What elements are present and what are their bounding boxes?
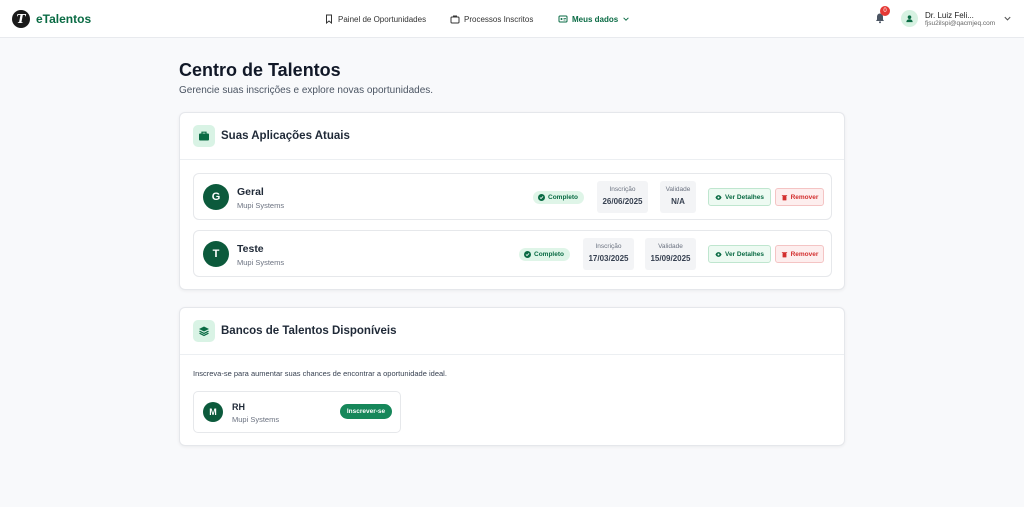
application-company: Mupi Systems <box>237 258 285 267</box>
banks-intro-text: Inscreva-se para aumentar suas chances d… <box>193 369 447 378</box>
inscription-label: Inscrição <box>609 186 636 193</box>
user-icon <box>906 15 913 23</box>
application-name: Teste <box>237 243 264 255</box>
inscription-label: Inscrição <box>595 243 622 250</box>
brand-logo-icon: T <box>12 10 30 28</box>
view-details-button[interactable]: Ver Detalhes <box>708 245 771 263</box>
remove-label: Remover <box>790 193 819 201</box>
nav-painel-oportunidades[interactable]: Painel de Oportunidades <box>324 0 426 38</box>
validity-value: N/A <box>671 197 685 206</box>
nav-label: Painel de Oportunidades <box>338 14 427 24</box>
page-subtitle: Gerencie suas inscrições e explore novas… <box>179 85 434 96</box>
view-details-label: Ver Detalhes <box>724 193 765 201</box>
validity-date: Validade 15/09/2025 <box>645 238 696 270</box>
nav-processos-inscritos[interactable]: Processos Inscritos <box>450 0 533 38</box>
bookmark-icon <box>326 14 332 24</box>
application-row: G Geral Mupi Systems Completo Inscrição … <box>193 173 832 220</box>
card-title: Bancos de Talentos Disponíveis <box>221 325 397 337</box>
trash-icon <box>781 194 787 200</box>
bank-avatar: M <box>203 402 223 422</box>
view-details-button[interactable]: Ver Detalhes <box>708 188 771 206</box>
card-title: Suas Aplicações Atuais <box>221 130 350 142</box>
user-avatar[interactable] <box>901 10 918 27</box>
inscription-value: 26/06/2025 <box>602 197 643 206</box>
top-navbar: T eTalentos Painel de Oportunidades Proc… <box>0 0 1024 38</box>
layers-icon <box>193 320 215 342</box>
eye-icon <box>715 194 722 200</box>
subscribe-button[interactable]: Inscrever-se <box>340 404 392 419</box>
inscription-date: Inscrição 26/06/2025 <box>597 181 648 213</box>
briefcase-icon <box>193 125 215 147</box>
remove-button[interactable]: Remover <box>775 188 824 206</box>
view-details-label: Ver Detalhes <box>724 250 765 258</box>
user-email: fjsu2ilspi@qacmjeq.com <box>925 20 996 27</box>
applications-card: Suas Aplicações Atuais G Geral Mupi Syst… <box>179 112 845 290</box>
remove-label: Remover <box>790 250 819 258</box>
application-row: T Teste Mupi Systems Completo Inscrição … <box>193 230 832 277</box>
remove-button[interactable]: Remover <box>775 245 824 263</box>
page-title: Centro de Talentos <box>179 60 341 80</box>
brand[interactable]: T eTalentos <box>12 10 91 28</box>
nav-label: Processos Inscritos <box>464 14 534 24</box>
status-label: Completo <box>534 251 564 258</box>
inscription-value: 17/03/2025 <box>588 254 629 263</box>
nav-label: Meus dados <box>572 14 619 24</box>
card-header: Bancos de Talentos Disponíveis <box>180 308 844 355</box>
validity-label: Validade <box>658 243 683 250</box>
status-badge: Completo <box>533 191 584 204</box>
user-name[interactable]: Dr. Luiz Feli... <box>925 11 974 20</box>
bank-company: Mupi Systems <box>232 415 280 424</box>
application-name: Geral <box>237 186 264 198</box>
id-card-icon <box>558 15 568 23</box>
chevron-down-icon[interactable] <box>1003 14 1012 23</box>
validity-label: Validade <box>665 186 691 193</box>
brand-name: eTalentos <box>36 12 92 26</box>
check-icon <box>524 251 531 258</box>
inscription-date: Inscrição 17/03/2025 <box>583 238 634 270</box>
application-avatar: T <box>203 241 229 267</box>
nav-meus-dados[interactable]: Meus dados <box>558 0 630 38</box>
check-icon <box>538 194 545 201</box>
notifications-badge: 0 <box>880 6 890 16</box>
status-badge: Completo <box>519 248 570 261</box>
talent-bank-item: M RH Mupi Systems Inscrever-se <box>193 391 401 433</box>
trash-icon <box>781 251 787 257</box>
validity-date: Validade N/A <box>660 181 696 213</box>
talent-banks-card: Bancos de Talentos Disponíveis Inscreva-… <box>179 307 845 446</box>
application-company: Mupi Systems <box>237 201 285 210</box>
application-avatar: G <box>203 184 229 210</box>
eye-icon <box>715 251 722 257</box>
card-header: Suas Aplicações Atuais <box>180 113 844 160</box>
chevron-down-icon <box>623 17 629 21</box>
bank-name: RH <box>232 402 245 412</box>
status-label: Completo <box>548 194 578 201</box>
validity-value: 15/09/2025 <box>650 254 691 263</box>
briefcase-icon <box>450 15 460 24</box>
